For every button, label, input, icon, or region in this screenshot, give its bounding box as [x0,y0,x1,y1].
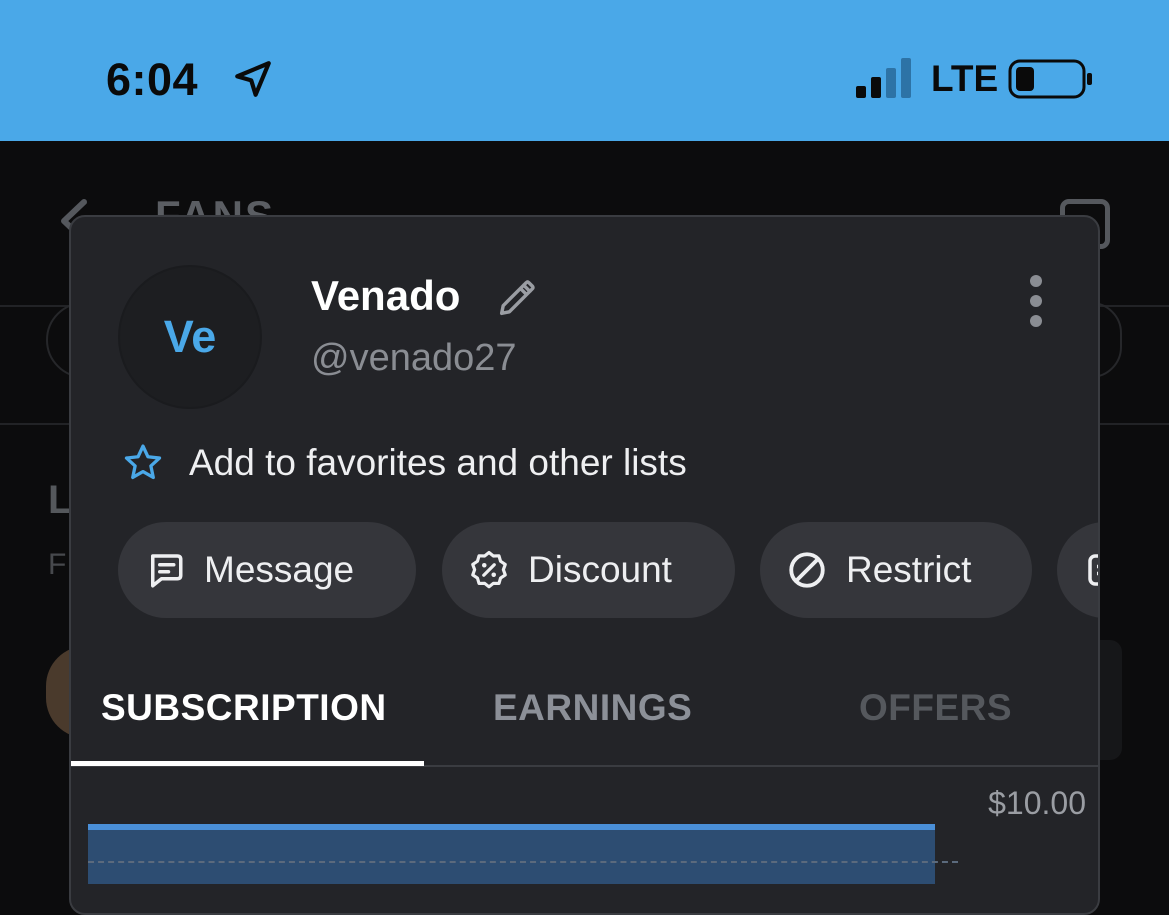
message-label: Message [204,549,355,590]
profile-username: @venado27 [311,337,517,379]
list-icon [1088,554,1098,586]
restrict-label: Restrict [846,549,972,590]
discount-button[interactable]: Discount [442,522,735,618]
restrict-button[interactable]: Restrict [760,522,1032,618]
active-tab-indicator [71,761,424,766]
section-subheading: F [48,548,67,581]
earnings-chart-area [88,824,935,884]
tab-bar: SUBSCRIPTION EARNINGS OFFERS [71,687,1098,767]
location-arrow-icon [235,61,271,97]
earnings-chart-line [88,824,935,830]
status-time: 6:04 [106,54,199,105]
pencil-edit-icon[interactable] [494,275,540,321]
restrict-icon [789,552,825,588]
cellular-signal-icon [856,58,911,98]
network-type: LTE [931,58,999,99]
subscription-price: $10.00 [988,785,1086,821]
add-to-favorites-label: Add to favorites and other lists [189,442,687,483]
profile-name: Venado [311,272,461,319]
discount-label: Discount [528,549,672,590]
avatar[interactable]: Ve [118,265,262,409]
tab-subscription[interactable]: SUBSCRIPTION [101,687,387,729]
star-icon [124,444,162,480]
more-vertical-icon[interactable] [1021,273,1051,329]
add-to-favorites-button[interactable]: Add to favorites and other lists [121,437,687,489]
chart-gridline [88,861,958,863]
fan-profile-popup: Ve Venado @venado27 Add to favorites and… [69,215,1100,915]
more-actions-button[interactable] [1057,522,1098,618]
tab-offers[interactable]: OFFERS [859,687,1012,729]
status-bar: 6:04 LTE [0,0,1169,141]
avatar-initials: Ve [163,311,217,362]
message-icon [151,554,183,588]
message-button[interactable]: Message [118,522,416,618]
discount-badge-icon [471,550,507,589]
battery-low-icon [1008,59,1092,99]
tab-earnings[interactable]: EARNINGS [493,687,692,729]
